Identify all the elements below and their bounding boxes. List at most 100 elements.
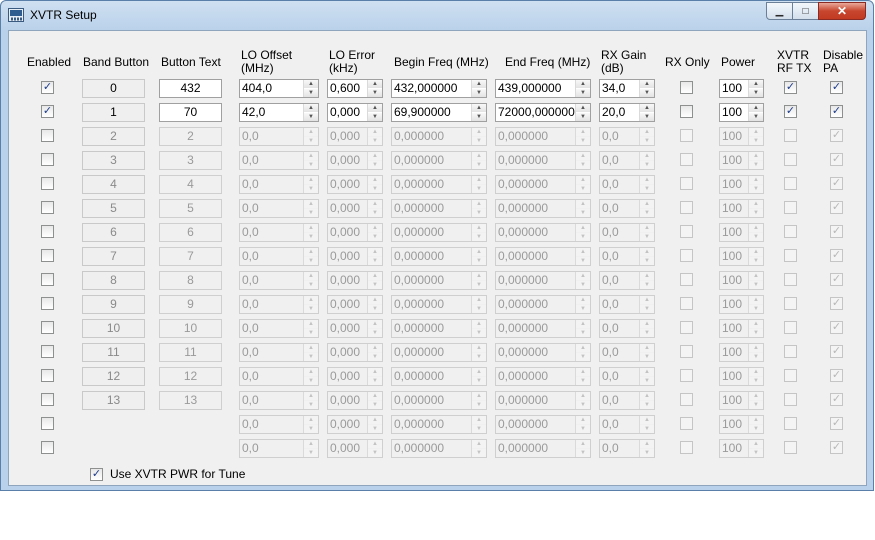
spin-down-icon[interactable]: ▼ bbox=[576, 209, 590, 217]
band-button[interactable]: 6 bbox=[82, 223, 145, 242]
rx-gain-input[interactable]: 0,0 ▲ ▼ bbox=[599, 391, 655, 410]
spinner-arrows[interactable]: ▲ ▼ bbox=[471, 200, 486, 217]
spin-up-icon[interactable]: ▲ bbox=[640, 176, 654, 184]
enabled-checkbox[interactable] bbox=[41, 201, 54, 214]
spin-up-icon[interactable]: ▲ bbox=[576, 176, 590, 184]
end-freq-input[interactable]: 0,000000 ▲ ▼ bbox=[495, 199, 591, 218]
power-input[interactable]: 100 ▲ ▼ bbox=[719, 247, 764, 266]
spinner-arrows[interactable]: ▲ ▼ bbox=[367, 152, 382, 169]
spinner-arrows[interactable]: ▲ ▼ bbox=[639, 152, 654, 169]
lo-error-input[interactable]: 0,000 ▲ ▼ bbox=[327, 391, 383, 410]
spinner-arrows[interactable]: ▲ ▼ bbox=[639, 440, 654, 457]
spinner-arrows[interactable]: ▲ ▼ bbox=[303, 272, 318, 289]
xvtr-rf-tx-checkbox[interactable] bbox=[784, 129, 797, 142]
power-input[interactable]: 100 ▲ ▼ bbox=[719, 79, 764, 98]
end-freq-input[interactable]: 0,000000 ▲ ▼ bbox=[495, 175, 591, 194]
spin-down-icon[interactable]: ▼ bbox=[640, 257, 654, 265]
rx-only-checkbox[interactable] bbox=[680, 249, 693, 262]
spin-up-icon[interactable]: ▲ bbox=[749, 440, 763, 448]
rx-gain-input[interactable]: 0,0 ▲ ▼ bbox=[599, 247, 655, 266]
spinner-arrows[interactable]: ▲ ▼ bbox=[575, 224, 590, 241]
spin-up-icon[interactable]: ▲ bbox=[472, 344, 486, 352]
spin-down-icon[interactable]: ▼ bbox=[640, 377, 654, 385]
spin-up-icon[interactable]: ▲ bbox=[640, 104, 654, 112]
lo-error-input[interactable]: 0,000 ▲ ▼ bbox=[327, 175, 383, 194]
spin-down-icon[interactable]: ▼ bbox=[368, 113, 382, 121]
spinner-arrows[interactable]: ▲ ▼ bbox=[303, 104, 318, 121]
spin-up-icon[interactable]: ▲ bbox=[368, 416, 382, 424]
rx-only-checkbox[interactable] bbox=[680, 393, 693, 406]
spin-up-icon[interactable]: ▲ bbox=[749, 416, 763, 424]
spin-up-icon[interactable]: ▲ bbox=[749, 368, 763, 376]
lo-error-input[interactable]: 0,000 ▲ ▼ bbox=[327, 151, 383, 170]
spin-down-icon[interactable]: ▼ bbox=[749, 185, 763, 193]
spin-up-icon[interactable]: ▲ bbox=[640, 392, 654, 400]
spin-down-icon[interactable]: ▼ bbox=[749, 209, 763, 217]
xvtr-rf-tx-checkbox[interactable] bbox=[784, 321, 797, 334]
spin-down-icon[interactable]: ▼ bbox=[472, 281, 486, 289]
spinner-arrows[interactable]: ▲ ▼ bbox=[367, 440, 382, 457]
spin-down-icon[interactable]: ▼ bbox=[576, 161, 590, 169]
spin-up-icon[interactable]: ▲ bbox=[576, 416, 590, 424]
spin-down-icon[interactable]: ▼ bbox=[368, 377, 382, 385]
rx-gain-input[interactable]: 0,0 ▲ ▼ bbox=[599, 127, 655, 146]
disable-pa-checkbox[interactable]: ✓ bbox=[830, 128, 843, 142]
spin-down-icon[interactable]: ▼ bbox=[304, 329, 318, 337]
power-input[interactable]: 100 ▲ ▼ bbox=[719, 439, 764, 458]
spin-up-icon[interactable]: ▲ bbox=[304, 128, 318, 136]
spin-up-icon[interactable]: ▲ bbox=[749, 344, 763, 352]
spinner-arrows[interactable]: ▲ ▼ bbox=[748, 296, 763, 313]
disable-pa-checkbox[interactable]: ✓ bbox=[830, 224, 843, 238]
spin-up-icon[interactable]: ▲ bbox=[304, 368, 318, 376]
spin-up-icon[interactable]: ▲ bbox=[472, 224, 486, 232]
spin-down-icon[interactable]: ▼ bbox=[749, 401, 763, 409]
spin-down-icon[interactable]: ▼ bbox=[640, 281, 654, 289]
end-freq-input[interactable]: 0,000000 ▲ ▼ bbox=[495, 391, 591, 410]
spin-down-icon[interactable]: ▼ bbox=[368, 161, 382, 169]
spin-down-icon[interactable]: ▼ bbox=[640, 161, 654, 169]
spin-down-icon[interactable]: ▼ bbox=[640, 185, 654, 193]
spin-down-icon[interactable]: ▼ bbox=[472, 353, 486, 361]
end-freq-input[interactable]: 0,000000 ▲ ▼ bbox=[495, 295, 591, 314]
spin-up-icon[interactable]: ▲ bbox=[472, 200, 486, 208]
band-button[interactable]: 0 bbox=[82, 79, 145, 98]
rx-only-checkbox[interactable] bbox=[680, 225, 693, 238]
lo-error-input[interactable]: 0,000 ▲ ▼ bbox=[327, 223, 383, 242]
spin-up-icon[interactable]: ▲ bbox=[304, 224, 318, 232]
spinner-arrows[interactable]: ▲ ▼ bbox=[471, 440, 486, 457]
enabled-checkbox[interactable] bbox=[41, 153, 54, 166]
spin-down-icon[interactable]: ▼ bbox=[640, 353, 654, 361]
spinner-arrows[interactable]: ▲ ▼ bbox=[748, 80, 763, 97]
rx-gain-input[interactable]: 0,0 ▲ ▼ bbox=[599, 223, 655, 242]
maximize-button[interactable]: □ bbox=[792, 2, 819, 20]
power-input[interactable]: 100 ▲ ▼ bbox=[719, 127, 764, 146]
xvtr-rf-tx-checkbox[interactable] bbox=[784, 369, 797, 382]
spinner-arrows[interactable]: ▲ ▼ bbox=[748, 368, 763, 385]
spinner-arrows[interactable]: ▲ ▼ bbox=[748, 224, 763, 241]
spin-up-icon[interactable]: ▲ bbox=[472, 392, 486, 400]
button-text-input[interactable]: 5 bbox=[159, 199, 222, 218]
spinner-arrows[interactable]: ▲ ▼ bbox=[303, 344, 318, 361]
lo-offset-input[interactable]: 0,0 ▲ ▼ bbox=[239, 223, 319, 242]
spinner-arrows[interactable]: ▲ ▼ bbox=[367, 320, 382, 337]
spin-down-icon[interactable]: ▼ bbox=[749, 425, 763, 433]
spin-up-icon[interactable]: ▲ bbox=[472, 368, 486, 376]
spin-down-icon[interactable]: ▼ bbox=[749, 449, 763, 457]
end-freq-input[interactable]: 0,000000 ▲ ▼ bbox=[495, 319, 591, 338]
spin-down-icon[interactable]: ▼ bbox=[640, 113, 654, 121]
button-text-input[interactable]: 8 bbox=[159, 271, 222, 290]
spin-down-icon[interactable]: ▼ bbox=[304, 161, 318, 169]
spin-up-icon[interactable]: ▲ bbox=[640, 416, 654, 424]
lo-offset-input[interactable]: 0,0 ▲ ▼ bbox=[239, 415, 319, 434]
spin-up-icon[interactable]: ▲ bbox=[368, 128, 382, 136]
spin-up-icon[interactable]: ▲ bbox=[640, 224, 654, 232]
spin-up-icon[interactable]: ▲ bbox=[576, 440, 590, 448]
xvtr-rf-tx-checkbox[interactable] bbox=[784, 153, 797, 166]
xvtr-rf-tx-checkbox[interactable] bbox=[784, 225, 797, 238]
spin-up-icon[interactable]: ▲ bbox=[304, 272, 318, 280]
spin-up-icon[interactable]: ▲ bbox=[749, 296, 763, 304]
disable-pa-checkbox[interactable]: ✓ bbox=[830, 200, 843, 214]
lo-offset-input[interactable]: 0,0 ▲ ▼ bbox=[239, 127, 319, 146]
begin-freq-input[interactable]: 0,000000 ▲ ▼ bbox=[391, 247, 487, 266]
disable-pa-checkbox[interactable]: ✓ bbox=[830, 272, 843, 286]
